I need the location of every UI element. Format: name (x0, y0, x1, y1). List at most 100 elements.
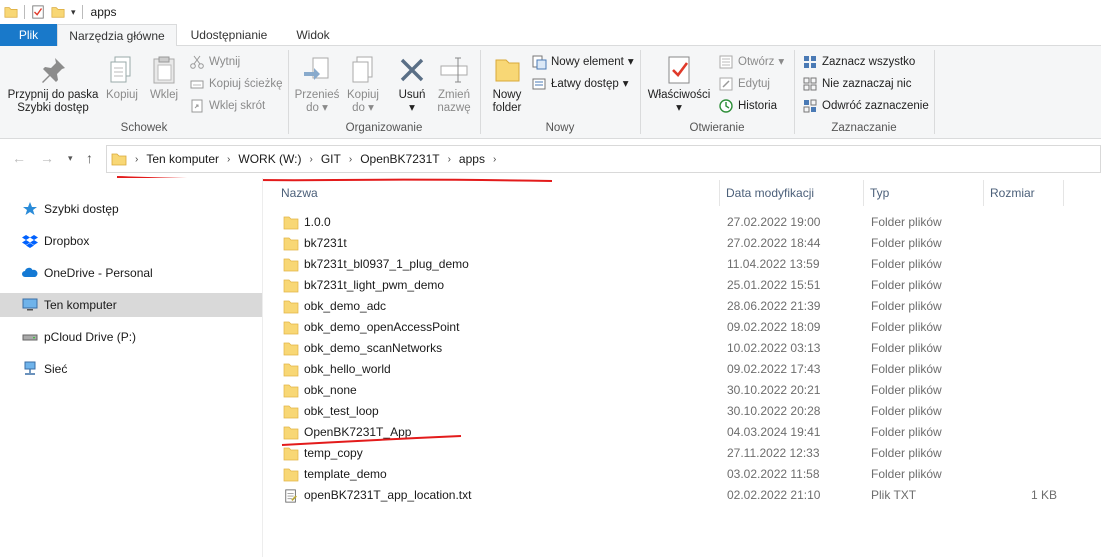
breadcrumb-item[interactable]: GIT (315, 152, 347, 166)
move-to-icon (304, 57, 329, 80)
back-arrow-icon[interactable]: ← (12, 150, 26, 166)
folder-icon (283, 216, 299, 229)
file-row[interactable]: obk_test_loop 30.10.2022 20:28 Folder pl… (275, 401, 1101, 422)
column-header-date[interactable]: Data modyfikacji (720, 180, 864, 206)
file-date: 27.02.2022 18:44 (727, 236, 821, 250)
new-folder-button[interactable]: Nowy folder (486, 54, 528, 115)
properties-quick-icon[interactable] (31, 5, 45, 19)
nav-item-quick-access[interactable]: Szybki dostęp (0, 197, 262, 221)
file-row[interactable]: bk7231t_light_pwm_demo 25.01.2022 15:51 … (275, 275, 1101, 296)
file-size (991, 464, 1057, 485)
paste-icon (153, 56, 175, 84)
invert-selection-button[interactable]: Odwróć zaznaczenie (802, 96, 929, 116)
file-row[interactable]: obk_none 30.10.2022 20:21 Folder plików (275, 380, 1101, 401)
address-bar[interactable]: › Ten komputer › WORK (W:) › GIT › OpenB… (106, 145, 1101, 173)
column-header: Nazwa Data modyfikacji Typ Rozmiar (275, 180, 1101, 206)
file-type: Folder plików (871, 446, 942, 460)
paste-shortcut-button[interactable]: Wklej skrót (189, 96, 265, 116)
copy-path-button[interactable]: Kopiuj ścieżkę (189, 74, 283, 94)
file-name: obk_test_loop (283, 401, 379, 422)
breadcrumb-item[interactable]: WORK (W:) (232, 152, 307, 166)
tab-share[interactable]: Udostępnianie (180, 24, 278, 46)
edit-button[interactable]: Edytuj (718, 74, 770, 94)
column-header-size[interactable]: Rozmiar (984, 180, 1064, 206)
group-label-clipboard: Schowek (120, 122, 168, 134)
nav-item-pcloud[interactable]: pCloud Drive (P:) (0, 325, 262, 349)
delete-button[interactable]: Usuń ▾ (390, 54, 434, 115)
properties-button[interactable]: Właściwości ▾ (646, 54, 712, 115)
open-button[interactable]: Otwórz ▾ (718, 52, 784, 72)
network-icon (24, 361, 36, 375)
file-row[interactable]: obk_hello_world 09.02.2022 17:43 Folder … (275, 359, 1101, 380)
select-all-button[interactable]: Zaznacz wszystko (802, 52, 915, 72)
copy-to-icon (352, 56, 373, 83)
new-folder-quick-icon[interactable] (51, 5, 65, 19)
file-row[interactable]: obk_demo_scanNetworks 10.02.2022 03:13 F… (275, 338, 1101, 359)
file-row[interactable]: template_demo 03.02.2022 11:58 Folder pl… (275, 464, 1101, 485)
breadcrumb-item[interactable]: OpenBK7231T (354, 152, 445, 166)
copy-button[interactable]: Kopiuj (102, 54, 142, 102)
recent-locations-chevron-icon[interactable]: ▾ (68, 153, 73, 164)
nav-item-this-pc[interactable]: Ten komputer (0, 293, 262, 317)
breadcrumb-chevron-icon[interactable]: › (308, 154, 315, 165)
folder-icon (4, 7, 18, 18)
up-arrow-icon[interactable]: ↑ (86, 150, 93, 166)
annotation-underline (281, 435, 462, 446)
folder-icon (283, 447, 299, 460)
file-size (991, 422, 1057, 443)
folder-icon (111, 153, 127, 166)
history-button[interactable]: Historia (718, 96, 777, 116)
dropbox-icon (22, 235, 38, 248)
file-row[interactable]: obk_demo_openAccessPoint 09.02.2022 18:0… (275, 317, 1101, 338)
file-name: obk_hello_world (283, 359, 391, 380)
file-date: 10.02.2022 03:13 (727, 341, 821, 355)
file-name: bk7231t_bl0937_1_plug_demo (283, 254, 469, 275)
nav-item-onedrive[interactable]: OneDrive - Personal (0, 261, 262, 285)
folder-icon (283, 279, 299, 292)
file-date: 09.02.2022 17:43 (727, 362, 821, 376)
nav-item-network[interactable]: Sieć (0, 357, 262, 381)
breadcrumb-chevron-icon[interactable]: › (225, 154, 232, 165)
file-row[interactable]: bk7231t 27.02.2022 18:44 Folder plików (275, 233, 1101, 254)
breadcrumb-chevron-icon[interactable]: › (347, 154, 354, 165)
forward-arrow-icon[interactable]: → (40, 150, 54, 166)
rename-button[interactable]: Zmień nazwę (434, 54, 474, 115)
breadcrumb-item[interactable]: apps (453, 152, 491, 166)
file-size (991, 401, 1057, 422)
file-size (991, 338, 1057, 359)
rename-icon (440, 57, 468, 83)
breadcrumb-chevron-icon[interactable]: › (446, 154, 453, 165)
tab-file[interactable]: Plik (0, 24, 57, 46)
file-type: Folder plików (871, 425, 942, 439)
column-header-type[interactable]: Typ (864, 180, 984, 206)
breadcrumb-chevron-icon[interactable]: › (133, 154, 140, 165)
nav-item-dropbox[interactable]: Dropbox (0, 229, 262, 253)
select-none-button[interactable]: Nie zaznaczaj nic (802, 74, 911, 94)
tab-home[interactable]: Narzędzia główne (57, 24, 177, 47)
file-date: 09.02.2022 18:09 (727, 320, 821, 334)
star-icon (23, 202, 37, 215)
file-name: openBK7231T_app_location.txt (283, 485, 471, 506)
breadcrumb-chevron-icon[interactable]: › (491, 154, 498, 165)
column-header-name[interactable]: Nazwa (275, 180, 720, 206)
cut-button[interactable]: Wytnij (189, 52, 240, 72)
file-name: bk7231t (283, 233, 347, 254)
pin-quick-access-button[interactable]: Przypnij do paska Szybki dostęp (4, 54, 102, 115)
new-item-button[interactable]: Nowy element ▾ (531, 52, 634, 72)
file-row[interactable]: 1.0.0 27.02.2022 19:00 Folder plików (275, 212, 1101, 233)
pane-splitter[interactable] (262, 178, 263, 557)
file-row[interactable]: openBK7231T_app_location.txt 02.02.2022 … (275, 485, 1101, 506)
file-size (991, 233, 1057, 254)
easy-access-button[interactable]: Łatwy dostęp ▾ (531, 74, 629, 94)
tab-view[interactable]: Widok (282, 24, 344, 46)
copy-to-button[interactable]: Kopiuj do ▾ (342, 54, 384, 115)
navigation-pane: Szybki dostęp Dropbox OneDrive - Persona… (0, 178, 262, 557)
file-type: Folder plików (871, 341, 942, 355)
customize-quick-access-icon[interactable]: ▾ (71, 7, 76, 18)
breadcrumb-item[interactable]: Ten komputer (140, 152, 225, 166)
file-row[interactable]: obk_demo_adc 28.06.2022 21:39 Folder pli… (275, 296, 1101, 317)
move-to-button[interactable]: Przenieś do ▾ (294, 54, 340, 115)
file-row[interactable]: bk7231t_bl0937_1_plug_demo 11.04.2022 13… (275, 254, 1101, 275)
file-date: 30.10.2022 20:21 (727, 383, 821, 397)
paste-button[interactable]: Wklej (144, 54, 184, 102)
